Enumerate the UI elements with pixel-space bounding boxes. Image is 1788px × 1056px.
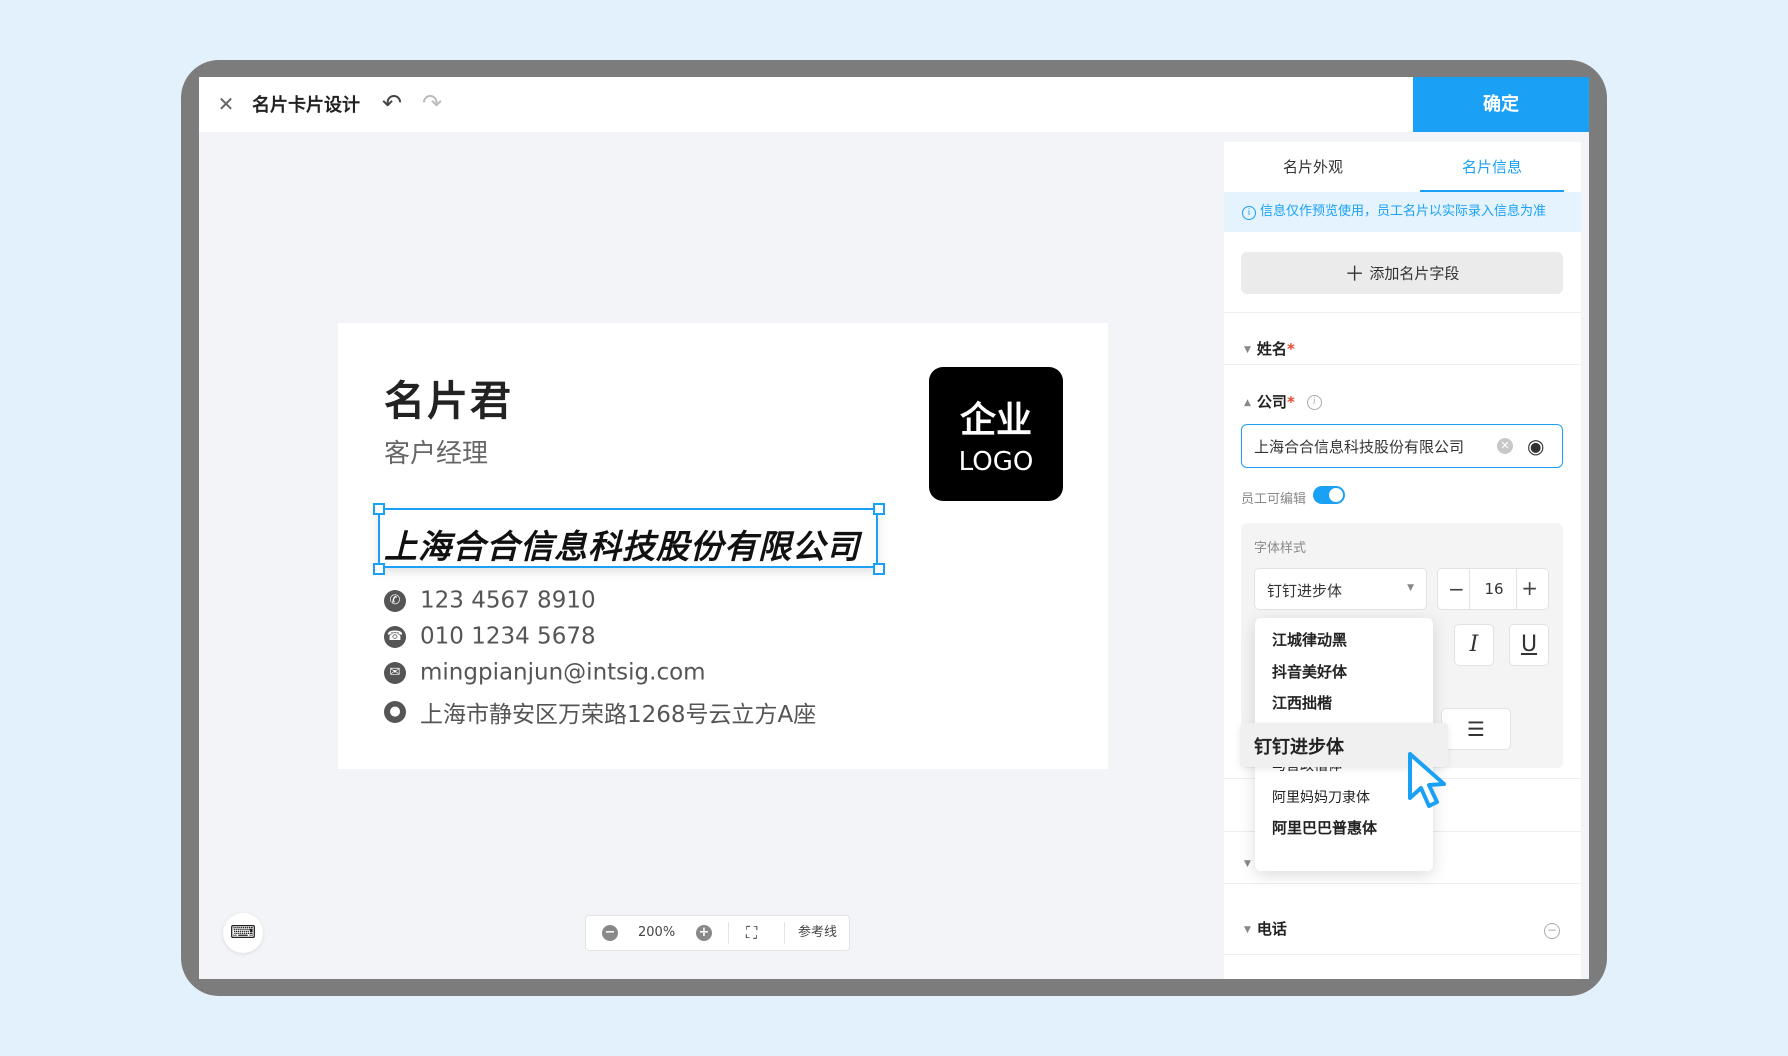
keyboard-icon[interactable]: ⌨ (223, 913, 263, 953)
zoom-toolbar: − 200% + ⛶ 参考线 (585, 915, 850, 951)
info-icon[interactable]: i (1306, 395, 1322, 410)
telephone-icon: ☎ (384, 625, 406, 648)
section-company-label: 公司 (1256, 393, 1287, 411)
underline-glyph: U (1520, 632, 1538, 657)
mail-icon: ✉ (384, 661, 406, 684)
section-company[interactable]: ▲ 公司* i (1244, 391, 1322, 412)
clear-icon[interactable]: ✕ (1497, 438, 1513, 454)
increase-size-button[interactable]: + (1521, 576, 1538, 600)
font-family-select[interactable]: 钉钉进步体 ▼ (1254, 568, 1427, 610)
card-company: 上海合合信息科技股份有限公司 (384, 527, 860, 566)
chevron-down-icon: ▼ (1407, 583, 1414, 593)
undo-icon[interactable]: ↶ (382, 89, 402, 117)
contact-phone-text: 123 4567 8910 (420, 587, 596, 614)
business-card[interactable]: 名片君 客户经理 企业 LOGO 上海合合信息科技股份有限公司 ✆ 123 456… (338, 323, 1108, 769)
confirm-button[interactable]: 确定 (1413, 77, 1589, 132)
info-icon: i (1242, 206, 1256, 220)
redo-icon[interactable]: ↷ (422, 89, 442, 117)
contact-phone[interactable]: ✆ 123 4567 8910 (384, 587, 596, 615)
card-name[interactable]: 名片君 (384, 367, 513, 427)
zoom-in-button[interactable]: + (696, 916, 712, 950)
font-size-stepper[interactable]: − 16 + (1437, 568, 1549, 610)
resize-handle-top-right[interactable] (873, 503, 885, 515)
section-telephone[interactable]: ▼ 电话 (1244, 918, 1287, 939)
font-family-value: 钉钉进步体 (1267, 582, 1343, 600)
page-title: 名片卡片设计 (252, 95, 360, 116)
required-mark: * (1286, 393, 1295, 411)
font-option[interactable]: 江城律动黑 (1272, 629, 1347, 650)
fit-screen-icon[interactable]: ⛶ (746, 916, 757, 950)
required-mark: * (1286, 340, 1295, 358)
phone-icon: ✆ (384, 589, 406, 612)
resize-handle-bottom-right[interactable] (873, 563, 885, 575)
editable-label: 员工可编辑 (1241, 492, 1307, 507)
resize-handle-bottom-left[interactable] (373, 563, 385, 575)
logo-text-line1: 企业 (959, 400, 1032, 441)
add-field-label: 添加名片字段 (1369, 264, 1460, 283)
company-input-value: 上海合合信息科技股份有限公司 (1254, 438, 1465, 456)
contact-email-text: mingpianjun@intsig.com (420, 659, 706, 686)
font-size-value[interactable]: 16 (1476, 580, 1512, 598)
notice-text: 信息仅作预览使用，员工名片以实际录入信息为准 (1260, 204, 1547, 219)
font-style-label: 字体样式 (1254, 541, 1307, 556)
resize-handle-top-left[interactable] (373, 503, 385, 515)
italic-glyph: I (1469, 632, 1479, 657)
location-icon: ● (384, 701, 406, 723)
logo-placeholder[interactable]: 企业 LOGO (929, 367, 1063, 501)
info-notice: i 信息仅作预览使用，员工名片以实际录入信息为准 (1224, 192, 1581, 232)
logo-text-line2: LOGO (958, 447, 1034, 477)
contact-telephone[interactable]: ☎ 010 1234 5678 (384, 623, 596, 651)
font-option[interactable]: 阿里巴巴普惠体 (1272, 817, 1377, 838)
contact-email[interactable]: ✉ mingpianjun@intsig.com (384, 659, 706, 687)
top-bar: ✕ 名片卡片设计 ↶ ↷ 确定 (199, 77, 1589, 132)
close-icon[interactable]: ✕ (215, 93, 237, 115)
contact-address-text: 上海市静安区万荣路1268号云立方A座 (420, 702, 817, 728)
plus-icon: ＋ (1344, 261, 1365, 286)
contact-address[interactable]: ● 上海市静安区万荣路1268号云立方A座 (384, 695, 816, 728)
remove-field-icon[interactable]: − (1544, 923, 1560, 939)
font-option[interactable]: 阿里妈妈刀隶体 (1272, 787, 1370, 807)
contact-telephone-text: 010 1234 5678 (420, 623, 596, 650)
app-screen: ✕ 名片卡片设计 ↶ ↷ 确定 名片君 客户经理 企业 LOGO 上海合合信息科… (199, 77, 1589, 979)
toggle-knob (1329, 488, 1343, 502)
align-right-icon: ☰ (1467, 717, 1485, 741)
font-option-hovered-label: 钉钉进步体 (1254, 737, 1344, 758)
caret-up-icon: ▲ (1244, 397, 1251, 408)
caret-down-icon: ▼ (1244, 858, 1251, 869)
italic-button[interactable]: I (1454, 624, 1494, 666)
section-telephone-label: 电话 (1256, 920, 1287, 938)
add-field-button[interactable]: ＋ 添加名片字段 (1241, 252, 1563, 294)
zoom-out-button[interactable]: − (602, 916, 618, 950)
underline-button[interactable]: U (1509, 624, 1549, 666)
caret-down-icon: ▼ (1244, 924, 1251, 935)
editable-toggle[interactable] (1313, 486, 1345, 504)
font-option[interactable]: 抖音美好体 (1272, 661, 1347, 682)
tab-info[interactable]: 名片信息 (1403, 142, 1581, 192)
font-option[interactable]: 江西拙楷 (1272, 692, 1332, 713)
section-name[interactable]: ▼ 姓名* (1244, 338, 1295, 359)
caret-down-icon: ▼ (1244, 344, 1251, 355)
guides-button[interactable]: 参考线 (798, 916, 837, 950)
align-right-button[interactable]: ☰ (1441, 708, 1511, 750)
section-name-label: 姓名 (1256, 340, 1287, 358)
zoom-level: 200% (638, 925, 676, 940)
mouse-cursor-icon (1408, 752, 1446, 808)
decrease-size-button[interactable]: − (1448, 577, 1465, 601)
eye-icon[interactable]: ◉ (1527, 434, 1544, 458)
company-text-selected[interactable]: 上海合合信息科技股份有限公司 (378, 508, 878, 568)
card-job-title[interactable]: 客户经理 (384, 433, 488, 470)
company-input[interactable]: 上海合合信息科技股份有限公司 ✕ ◉ (1241, 424, 1563, 468)
tab-appearance[interactable]: 名片外观 (1224, 142, 1402, 192)
